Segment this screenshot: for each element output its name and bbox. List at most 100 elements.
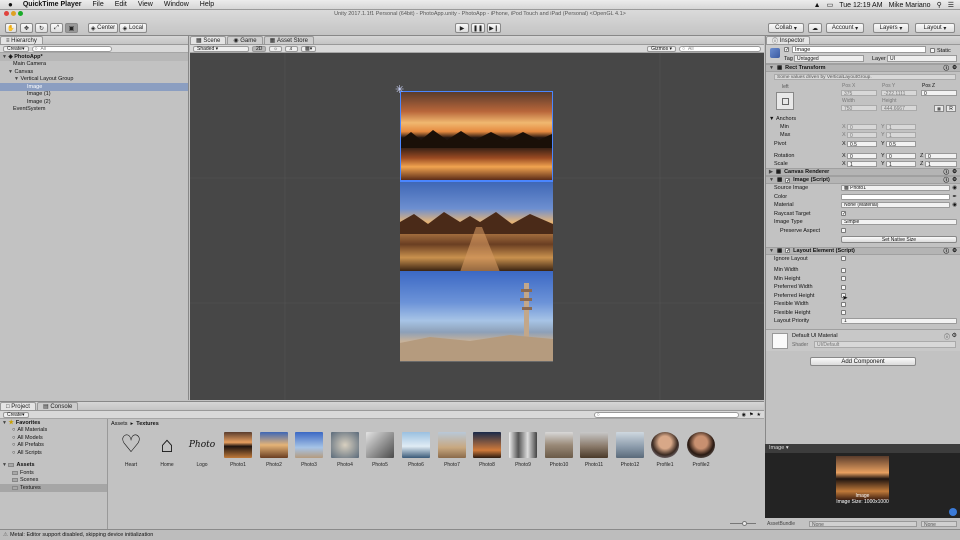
min-height-checkbox[interactable] <box>841 276 846 282</box>
favorite-all-models[interactable]: ○ All Models <box>0 434 107 442</box>
tag-dropdown[interactable]: Untagged <box>794 55 864 62</box>
anchor-max-x-field[interactable]: 0 <box>847 132 877 139</box>
static-checkbox[interactable] <box>930 48 935 53</box>
hierarchy-item-canvas[interactable]: ▼ Canvas <box>0 68 188 76</box>
asset-photo6[interactable]: Photo6 <box>400 432 432 468</box>
app-menu[interactable]: QuickTime Player <box>23 1 82 8</box>
anchor-min-x-field[interactable]: 0 <box>847 124 877 131</box>
pivot-center-toggle[interactable]: ◈ Center <box>88 23 118 33</box>
pos-x-field[interactable]: 375 <box>841 90 877 97</box>
status-message[interactable]: Metal: Editor support disabled, skipping… <box>10 532 153 538</box>
play-button[interactable]: ▶ <box>455 23 469 33</box>
image-script-header[interactable]: ▼▩ Image (Script) ⓘ⚙ <box>766 176 960 184</box>
layout-element-header[interactable]: ▼▦ Layout Element (Script) ⓘ⚙ <box>766 246 960 255</box>
canvas-renderer-header[interactable]: ▶ ▦ Canvas Renderer ⓘ ⚙ <box>766 168 960 176</box>
wifi-icon[interactable]: ▲ <box>814 2 821 9</box>
hierarchy-item-vertical-layout-group[interactable]: ▼ Vertical Layout Group <box>0 76 188 84</box>
asset-heart[interactable]: ♡ Heart <box>115 432 147 468</box>
gear-icon[interactable]: ⚙ <box>952 177 957 183</box>
image-type-dropdown[interactable]: Simple <box>841 219 957 226</box>
asset-photo4[interactable]: Photo4 <box>329 432 361 468</box>
anchor-min-y-field[interactable]: 1 <box>886 124 916 131</box>
hierarchy-item-image-2[interactable]: Image (2) <box>0 98 188 106</box>
anchor-presets-button[interactable] <box>776 92 794 110</box>
collab-button[interactable]: Collab ▾ <box>768 23 804 33</box>
raw-edit-button[interactable]: R <box>946 105 956 112</box>
tab-game[interactable]: ◉ Game <box>227 36 263 44</box>
hierarchy-item-image[interactable]: Image <box>0 83 188 91</box>
active-checkbox[interactable] <box>784 47 789 52</box>
effects-dropdown[interactable]: ▩ ▾ <box>301 45 317 52</box>
eyedropper-icon[interactable]: ✒ <box>952 194 957 200</box>
raycast-checkbox[interactable] <box>841 211 846 217</box>
2d-mode-toggle[interactable]: 2D <box>252 45 267 52</box>
pivot-x-field[interactable]: 0.5 <box>847 141 877 148</box>
flexible-height-checkbox[interactable] <box>841 310 846 316</box>
help-icon[interactable]: ⓘ <box>944 332 950 341</box>
pivot-y-field[interactable]: 0.5 <box>886 141 916 148</box>
folder-scenes[interactable]: Scenes <box>0 477 107 485</box>
assets-root-row[interactable]: ▼ Assets <box>0 462 107 470</box>
zoom-slider-handle[interactable] <box>742 521 747 526</box>
menu-edit[interactable]: Edit <box>115 1 127 8</box>
menubar-clock[interactable]: Tue 12:19 AM <box>839 2 882 9</box>
cloud-button[interactable]: ☁ <box>808 23 822 33</box>
project-search-input[interactable] <box>593 411 739 418</box>
rect-transform-header[interactable]: ▼ ▦ Rect Transform ⓘ ⚙ <box>766 64 960 72</box>
asset-home[interactable]: ⌂ Home <box>151 432 183 468</box>
scale-y-field[interactable]: 1 <box>886 161 916 168</box>
expand-triangle-icon[interactable]: ▼ <box>769 177 774 183</box>
favorite-all-scripts[interactable]: ○ All Scripts <box>0 449 107 457</box>
asset-photo11[interactable]: Photo11 <box>578 432 610 468</box>
hierarchy-item-main-camera[interactable]: Main Camera <box>0 61 188 69</box>
help-icon[interactable]: ⓘ <box>944 247 950 255</box>
photo-image-selected[interactable] <box>400 91 553 181</box>
anchor-max-y-field[interactable]: 1 <box>886 132 916 139</box>
apple-icon[interactable]: ● <box>8 0 13 9</box>
color-swatch[interactable] <box>841 193 950 200</box>
hierarchy-search-input[interactable]: All <box>31 45 112 52</box>
asset-photo5[interactable]: Photo5 <box>364 432 396 468</box>
tab-scene[interactable]: ▦ Scene <box>190 36 227 44</box>
menu-help[interactable]: Help <box>200 1 214 8</box>
expand-triangle-icon[interactable]: ▼ <box>769 248 774 254</box>
tab-project[interactable]: □ Project <box>0 402 36 410</box>
layout-priority-field[interactable]: 1 <box>841 318 957 325</box>
folder-fonts[interactable]: Fonts <box>0 469 107 477</box>
layout-dropdown[interactable]: Layout ▾ <box>915 23 955 33</box>
pivot-handle-icon[interactable]: ✳ <box>395 85 404 96</box>
expand-triangle-icon[interactable]: ▼ <box>2 420 7 426</box>
breadcrumb-textures[interactable]: Textures <box>136 421 159 427</box>
menubar-user[interactable]: Mike Mariano <box>889 2 931 9</box>
asset-photo2[interactable]: Photo2 <box>258 432 290 468</box>
photo-image-1[interactable] <box>400 181 553 272</box>
notification-icon[interactable]: ☰ <box>948 1 954 9</box>
asset-photo10[interactable]: Photo10 <box>543 432 575 468</box>
hand-tool-button[interactable]: ✋ <box>5 23 17 33</box>
menu-file[interactable]: File <box>92 1 103 8</box>
step-button[interactable]: ▶❙ <box>487 23 501 33</box>
scene-root-row[interactable]: ▼ ◈ PhotoApp* <box>0 53 188 61</box>
object-picker-icon[interactable]: ◉ <box>952 185 957 191</box>
rotation-y-field[interactable]: 0 <box>886 153 916 160</box>
hierarchy-item-eventsystem[interactable]: EventSystem <box>0 106 188 114</box>
asset-photo7[interactable]: Photo7 <box>436 432 468 468</box>
shader-dropdown[interactable]: UI/Default <box>814 340 956 348</box>
set-native-size-button[interactable]: Set Native Size <box>841 235 957 243</box>
help-icon[interactable]: ⓘ <box>944 64 950 72</box>
photo-image-2[interactable] <box>400 271 553 361</box>
lighting-toggle[interactable]: ☼ <box>269 45 282 52</box>
help-icon[interactable]: ⓘ <box>944 168 950 176</box>
pos-z-field[interactable]: 0 <box>921 90 957 97</box>
asset-logo[interactable]: Photo Logo <box>186 432 218 468</box>
rect-tool-button[interactable]: ▣ <box>65 23 78 33</box>
hierarchy-item-image-1[interactable]: Image (1) <box>0 91 188 99</box>
zoom-slider[interactable] <box>730 521 756 526</box>
zoom-window-button[interactable] <box>18 11 23 16</box>
asset-photo8[interactable]: Photo8 <box>471 432 503 468</box>
assetbundle-variant-dropdown[interactable]: None <box>921 520 957 528</box>
assetbundle-dropdown[interactable]: None <box>809 520 917 528</box>
expand-triangle-icon[interactable]: ▼ <box>2 462 7 468</box>
move-tool-button[interactable]: ✥ <box>20 23 33 33</box>
expand-triangle-icon[interactable]: ▼ <box>8 69 13 75</box>
